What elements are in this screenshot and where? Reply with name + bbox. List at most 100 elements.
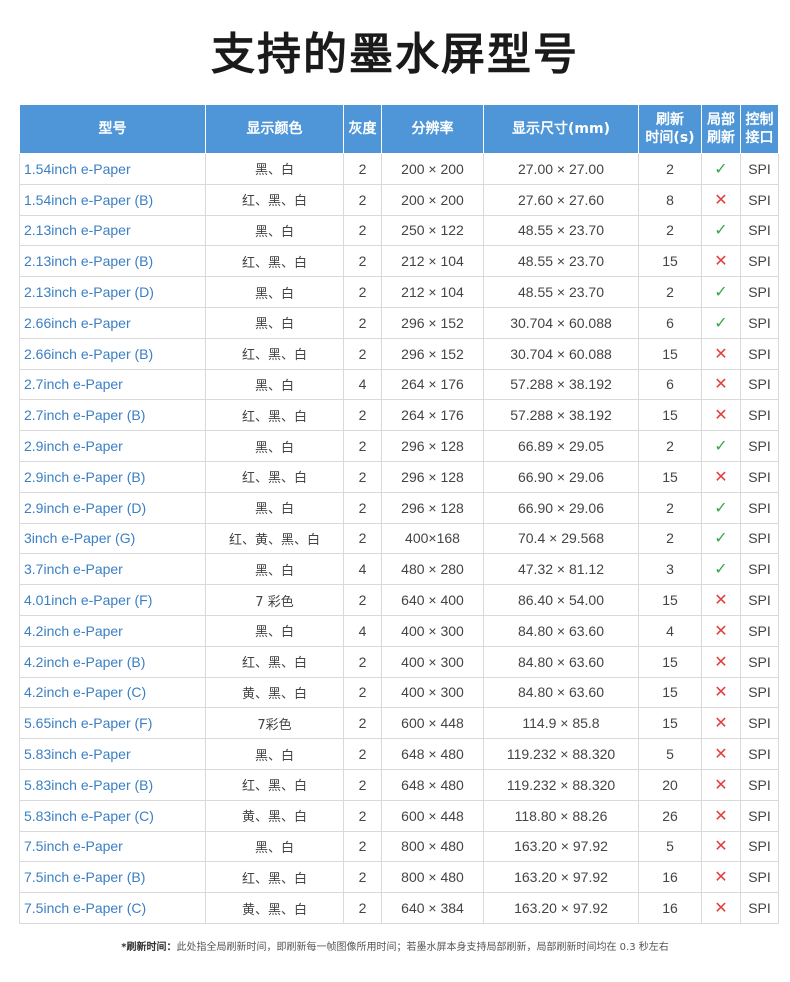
header-refresh: 刷新 时间(s) (638, 104, 702, 154)
cell-gray: 4 (343, 553, 382, 586)
table-row: 4.2inch e-Paper (B) 红、黑、白 2 400 × 300 84.80 … (19, 645, 779, 678)
cell-gray: 2 (343, 245, 382, 278)
cell-resolution: 600 × 448 (381, 707, 484, 740)
cross-icon: ✕ (701, 707, 741, 740)
models-table: 型号 显示颜色 灰度 分辨率 显示尺寸(mm) 刷新 时间(s) 局部 刷新 控… (19, 104, 779, 924)
cell-refresh-time: 16 (638, 861, 702, 894)
table-row: 5.83inch e-Paper (C) 黄、黑、白 2 600 × 448 118.8… (19, 799, 779, 832)
header-partial-line2: 刷新 (707, 130, 735, 146)
cross-icon: ✕ (701, 892, 741, 924)
cross-icon: ✕ (701, 337, 741, 370)
cell-color: 黑、白 (205, 214, 344, 247)
cell-interface: SPI (740, 645, 779, 678)
cell-model: 1.54inch e-Paper (19, 153, 206, 185)
cell-gray: 2 (343, 153, 382, 185)
cell-color: 红、黑、白 (205, 399, 344, 432)
cell-gray: 2 (343, 276, 382, 308)
cell-refresh-time: 2 (638, 522, 702, 555)
cell-refresh-time: 2 (638, 214, 702, 247)
check-icon: ✓ (701, 276, 741, 308)
cell-refresh-time: 2 (638, 491, 702, 524)
cell-resolution: 200 × 200 (381, 183, 484, 216)
footnote-text: 此处指全局刷新时间，即刷新每一帧图像所用时间；若墨水屏本身支持局部刷新，局部刷新… (176, 942, 669, 953)
cross-icon: ✕ (701, 861, 741, 894)
cell-size: 47.32 × 81.12 (483, 553, 639, 586)
cross-icon: ✕ (701, 399, 741, 432)
cell-refresh-time: 15 (638, 399, 702, 432)
header-model: 型号 (19, 104, 206, 154)
cell-gray: 2 (343, 460, 382, 493)
cell-model: 4.2inch e-Paper (19, 614, 206, 647)
cross-icon: ✕ (701, 368, 741, 401)
cell-size: 119.232 × 88.320 (483, 768, 639, 801)
cell-size: 70.4 × 29.568 (483, 522, 639, 555)
header-partial: 局部 刷新 (701, 104, 741, 154)
check-icon: ✓ (701, 306, 741, 339)
cell-model: 2.13inch e-Paper (19, 214, 206, 247)
cell-size: 30.704 × 60.088 (483, 306, 639, 339)
cell-refresh-time: 2 (638, 276, 702, 308)
cell-resolution: 400×168 (381, 522, 484, 555)
cell-resolution: 296 × 128 (381, 430, 484, 462)
cell-model: 2.66inch e-Paper (19, 306, 206, 339)
table-row: 7.5inch e-Paper 黑、白 2 800 × 480 163.20 × 97.… (19, 830, 779, 863)
cell-size: 27.60 × 27.60 (483, 183, 639, 216)
cross-icon: ✕ (701, 460, 741, 493)
cell-resolution: 212 × 104 (381, 276, 484, 308)
cell-model: 3.7inch e-Paper (19, 553, 206, 586)
cell-resolution: 296 × 152 (381, 306, 484, 339)
cell-resolution: 264 × 176 (381, 368, 484, 401)
cell-color: 红、黑、白 (205, 861, 344, 894)
cell-interface: SPI (740, 553, 779, 586)
table-row: 7.5inch e-Paper (B) 红、黑、白 2 800 × 480 163.20… (19, 861, 779, 894)
cell-color: 黑、白 (205, 614, 344, 647)
cell-model: 2.9inch e-Paper (B) (19, 460, 206, 493)
table-row: 1.54inch e-Paper (B) 红、黑、白 2 200 × 200 27.60… (19, 183, 779, 216)
cell-gray: 2 (343, 676, 382, 709)
table-row: 2.66inch e-Paper 黑、白 2 296 × 152 30.704 × 60… (19, 306, 779, 339)
cell-refresh-time: 3 (638, 553, 702, 586)
cell-model: 4.2inch e-Paper (C) (19, 676, 206, 709)
cell-color: 7 彩色 (205, 584, 344, 616)
cell-interface: SPI (740, 707, 779, 740)
table-row: 5.83inch e-Paper (B) 红、黑、白 2 648 × 480 119.2… (19, 768, 779, 801)
cell-size: 66.90 × 29.06 (483, 491, 639, 524)
cell-model: 2.13inch e-Paper (B) (19, 245, 206, 278)
header-color: 显示颜色 (205, 104, 344, 154)
cell-interface: SPI (740, 830, 779, 863)
table-row: 4.01inch e-Paper (F) 7 彩色 2 640 × 400 86.40 … (19, 584, 779, 616)
cell-color: 黑、白 (205, 368, 344, 401)
cell-color: 黑、白 (205, 830, 344, 863)
cell-refresh-time: 2 (638, 153, 702, 185)
cell-interface: SPI (740, 430, 779, 462)
page-title: 支持的墨水屏型号 (211, 29, 579, 80)
cell-gray: 2 (343, 306, 382, 339)
table-row: 2.13inch e-Paper (B) 红、黑、白 2 212 × 104 48.55… (19, 245, 779, 278)
cross-icon: ✕ (701, 645, 741, 678)
cell-color: 7彩色 (205, 707, 344, 740)
footnote-label: *刷新时间： (121, 942, 177, 953)
table-row: 2.7inch e-Paper (B) 红、黑、白 2 264 × 176 57.288… (19, 399, 779, 432)
table-row: 2.9inch e-Paper (B) 红、黑、白 2 296 × 128 66.90 … (19, 460, 779, 493)
cell-size: 163.20 × 97.92 (483, 892, 639, 924)
cell-interface: SPI (740, 183, 779, 216)
header-interface: 控制 接口 (740, 104, 779, 154)
cell-color: 黑、白 (205, 276, 344, 308)
cell-interface: SPI (740, 214, 779, 247)
table-row: 3.7inch e-Paper 黑、白 4 480 × 280 47.32 × 81.1… (19, 553, 779, 586)
cell-model: 5.83inch e-Paper (19, 738, 206, 770)
cell-model: 7.5inch e-Paper (C) (19, 892, 206, 924)
cell-resolution: 264 × 176 (381, 399, 484, 432)
cell-model: 2.9inch e-Paper (D) (19, 491, 206, 524)
cell-resolution: 296 × 128 (381, 460, 484, 493)
header-refresh-line1: 刷新 (656, 112, 684, 128)
footnote: *刷新时间：此处指全局刷新时间，即刷新每一帧图像所用时间；若墨水屏本身支持局部刷… (0, 938, 790, 953)
cell-resolution: 296 × 128 (381, 491, 484, 524)
cell-interface: SPI (740, 368, 779, 401)
cell-model: 2.13inch e-Paper (D) (19, 276, 206, 308)
cell-resolution: 400 × 300 (381, 645, 484, 678)
cell-refresh-time: 4 (638, 614, 702, 647)
cell-model: 2.66inch e-Paper (B) (19, 337, 206, 370)
cell-size: 118.80 × 88.26 (483, 799, 639, 832)
cell-refresh-time: 15 (638, 707, 702, 740)
